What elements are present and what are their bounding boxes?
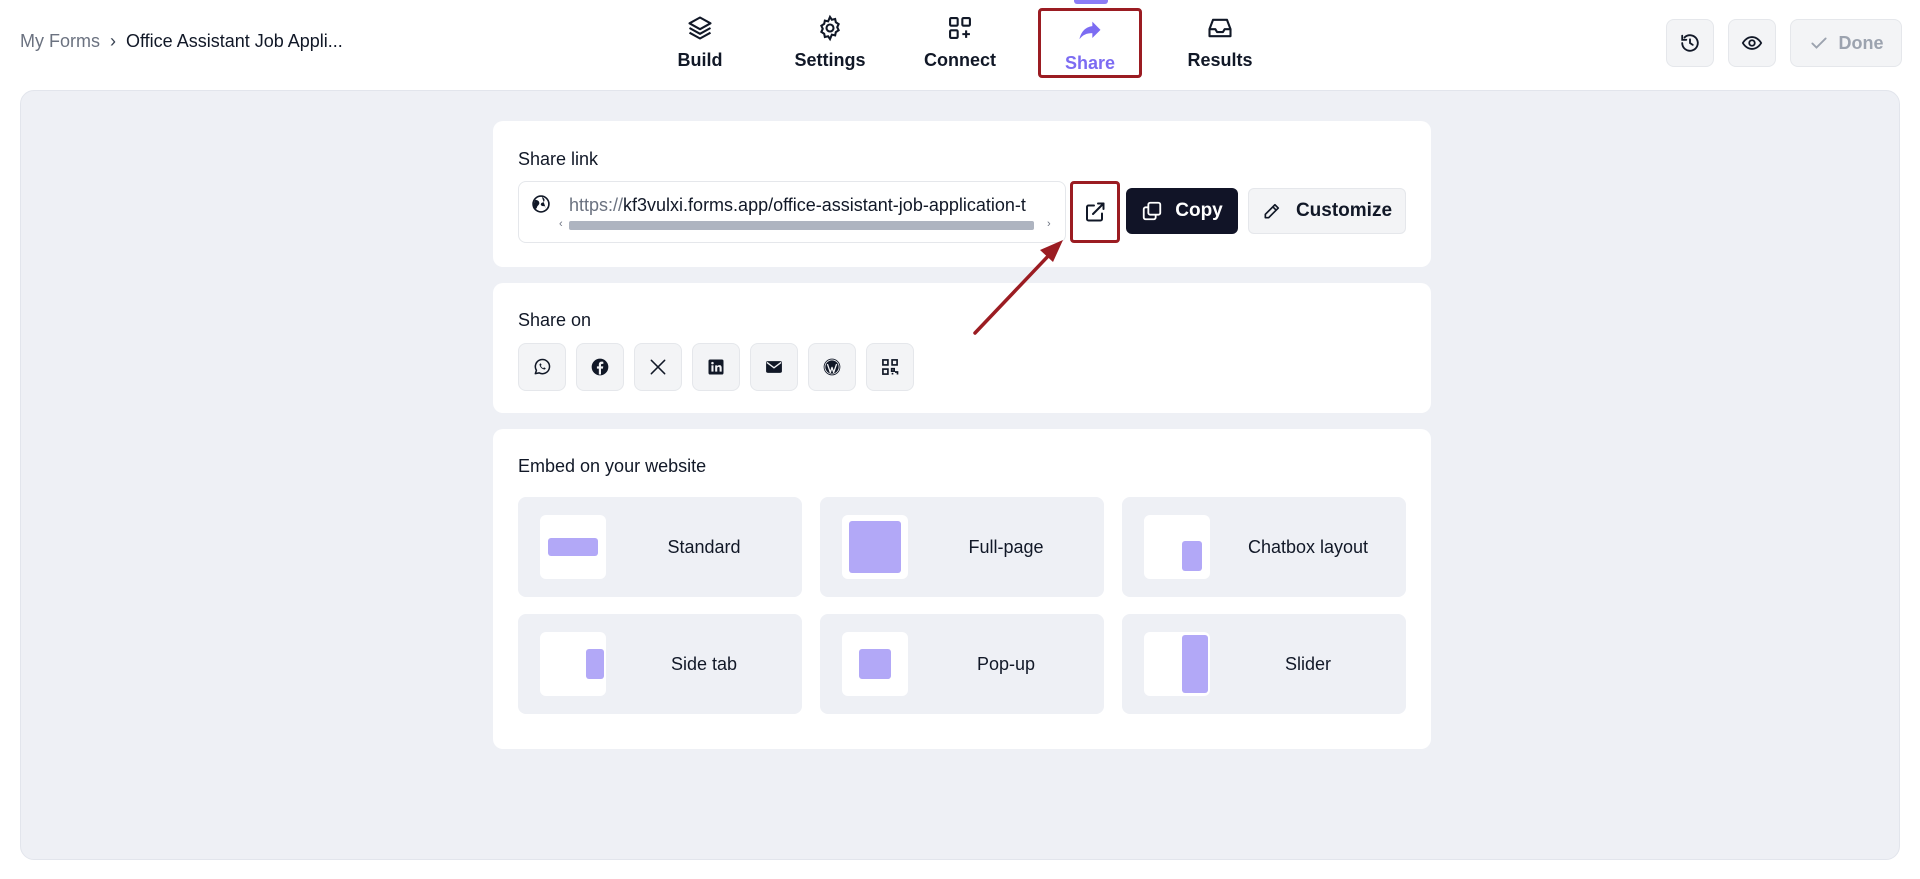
share-facebook-button[interactable] bbox=[576, 343, 624, 391]
share-email-button[interactable] bbox=[750, 343, 798, 391]
tab-settings-label: Settings bbox=[794, 50, 866, 70]
top-bar: My Forms › Office Assistant Job Appli...… bbox=[0, 0, 1920, 88]
facebook-icon bbox=[591, 358, 609, 376]
pencil-icon bbox=[1264, 203, 1280, 219]
embed-option-chatbox[interactable]: Chatbox layout bbox=[1122, 497, 1406, 597]
inbox-icon bbox=[1208, 18, 1232, 38]
customize-label: Customize bbox=[1295, 200, 1393, 221]
eye-icon bbox=[1741, 36, 1763, 50]
share-x-button[interactable] bbox=[634, 343, 682, 391]
copy-link-button[interactable]: Copy bbox=[1126, 188, 1238, 234]
apps-plus-icon bbox=[949, 17, 971, 39]
copy-label: Copy bbox=[1175, 200, 1223, 221]
embed-card: Embed on your website Standard Full-page… bbox=[493, 429, 1431, 749]
embed-option-pop-up[interactable]: Pop-up bbox=[820, 614, 1104, 714]
embed-slider-thumbnail bbox=[1144, 632, 1210, 696]
share-link-card: Share link https://kf3vulxi.forms.app/of… bbox=[493, 121, 1431, 267]
layers-icon bbox=[688, 16, 712, 40]
check-icon bbox=[1810, 37, 1827, 49]
gear-icon bbox=[820, 14, 840, 42]
share-canvas: Share link https://kf3vulxi.forms.app/of… bbox=[20, 90, 1900, 860]
customize-link-button[interactable]: Customize bbox=[1248, 188, 1406, 234]
share-link-scrollbar[interactable] bbox=[569, 221, 1034, 230]
embed-side-tab-thumbnail bbox=[540, 632, 606, 696]
external-link-icon bbox=[1086, 202, 1105, 222]
done-button[interactable]: Done bbox=[1790, 19, 1902, 67]
scroll-left-arrow[interactable]: ‹ bbox=[559, 218, 563, 230]
linkedin-icon bbox=[708, 359, 724, 375]
tab-build[interactable]: Build bbox=[632, 8, 768, 78]
share-on-card: Share on bbox=[493, 283, 1431, 413]
embed-option-slider[interactable]: Slider bbox=[1122, 614, 1406, 714]
embed-title: Embed on your website bbox=[518, 456, 707, 476]
embed-side-tab-label: Side tab bbox=[670, 654, 738, 674]
embed-option-side-tab[interactable]: Side tab bbox=[518, 614, 802, 714]
done-label: Done bbox=[1838, 32, 1884, 53]
share-link-url[interactable]: https://kf3vulxi.forms.app/office-assist… bbox=[569, 195, 1026, 216]
wordpress-icon bbox=[823, 358, 841, 376]
share-wordpress-button[interactable] bbox=[808, 343, 856, 391]
globe-icon bbox=[532, 195, 550, 213]
embed-full-page-thumbnail bbox=[842, 515, 908, 579]
scroll-right-arrow[interactable]: › bbox=[1047, 218, 1051, 230]
tab-share-label: Share bbox=[1064, 53, 1116, 73]
embed-option-full-page[interactable]: Full-page bbox=[820, 497, 1104, 597]
share-link-protocol: https:// bbox=[569, 195, 624, 215]
embed-slider-label: Slider bbox=[1284, 654, 1332, 674]
share-linkedin-button[interactable] bbox=[692, 343, 740, 391]
embed-full-page-label: Full-page bbox=[968, 537, 1044, 557]
history-icon bbox=[1681, 34, 1699, 52]
share-link-title: Share link bbox=[518, 149, 599, 169]
embed-chatbox-label: Chatbox layout bbox=[1247, 537, 1369, 557]
embed-pop-up-label: Pop-up bbox=[976, 654, 1036, 674]
main-tabs: Build Settings Connect Share Results bbox=[0, 0, 1920, 88]
embed-option-standard[interactable]: Standard bbox=[518, 497, 802, 597]
x-icon bbox=[650, 359, 666, 375]
share-link-field[interactable]: https://kf3vulxi.forms.app/office-assist… bbox=[518, 181, 1066, 243]
copy-icon bbox=[1143, 201, 1162, 221]
share-whatsapp-button[interactable] bbox=[518, 343, 566, 391]
tab-settings[interactable]: Settings bbox=[762, 8, 898, 78]
share-qr-button[interactable] bbox=[866, 343, 914, 391]
tab-share[interactable]: Share bbox=[1038, 8, 1142, 78]
embed-chatbox-thumbnail bbox=[1144, 515, 1210, 579]
top-actions: Done bbox=[1666, 19, 1902, 67]
tab-connect[interactable]: Connect bbox=[892, 8, 1028, 78]
embed-pop-up-thumbnail bbox=[842, 632, 908, 696]
tab-results-label: Results bbox=[1187, 50, 1253, 70]
whatsapp-icon bbox=[534, 358, 551, 375]
share-arrow-icon bbox=[1079, 21, 1101, 40]
embed-standard-label: Standard bbox=[667, 537, 741, 557]
open-link-button[interactable] bbox=[1070, 181, 1120, 243]
social-share-row bbox=[518, 343, 914, 391]
tab-results[interactable]: Results bbox=[1152, 8, 1288, 78]
email-icon bbox=[766, 361, 782, 373]
active-tab-indicator bbox=[1074, 0, 1108, 4]
embed-standard-thumbnail bbox=[540, 515, 606, 579]
preview-button[interactable] bbox=[1728, 19, 1776, 67]
qr-code-icon bbox=[882, 359, 899, 375]
tab-build-label: Build bbox=[677, 50, 723, 70]
history-button[interactable] bbox=[1666, 19, 1714, 67]
share-link-host: kf3vulxi.forms.app/office-assistant-job-… bbox=[623, 195, 1026, 215]
tab-connect-label: Connect bbox=[924, 50, 996, 70]
embed-options-grid: Standard Full-page Chatbox layout Side t… bbox=[518, 497, 1406, 714]
share-on-title: Share on bbox=[518, 310, 592, 330]
